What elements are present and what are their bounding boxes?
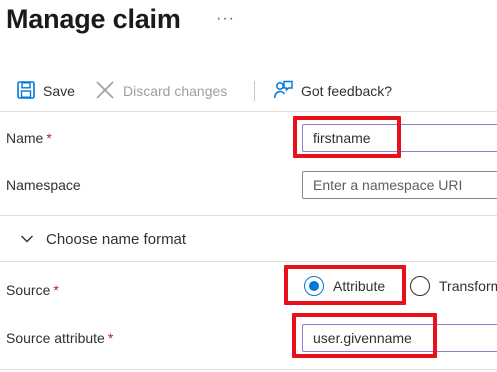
toolbar-divider [254, 81, 255, 101]
required-marker: * [107, 330, 114, 346]
discard-changes-button[interactable]: Discard changes [94, 76, 227, 106]
source-label: Source * [6, 282, 59, 298]
save-button[interactable]: Save [16, 76, 75, 106]
source-option-transform-label: Transform [439, 278, 497, 294]
source-attribute-label-text: Source attribute [6, 330, 105, 346]
namespace-label: Namespace [6, 177, 81, 193]
section-divider-bottom [0, 261, 497, 262]
more-options-button[interactable]: ··· [216, 10, 235, 28]
required-marker: * [46, 130, 52, 146]
close-icon [94, 79, 116, 104]
required-marker: * [53, 282, 59, 298]
choose-name-format-toggle[interactable]: Choose name format [20, 228, 186, 250]
discard-label: Discard changes [123, 83, 228, 99]
source-radio-transform[interactable]: Transform [410, 276, 497, 296]
command-bar: Save Discard changes Got feedback? [0, 76, 497, 106]
source-label-text: Source [6, 282, 51, 298]
toolbar-separator [0, 111, 497, 112]
feedback-icon [272, 79, 294, 104]
manage-claim-page: Manage claim ··· Save Discard changes Go… [0, 0, 497, 372]
namespace-field[interactable]: Enter a namespace URI [302, 171, 497, 199]
save-icon [16, 80, 36, 103]
choose-name-format-label: Choose name format [46, 230, 187, 248]
feedback-label: Got feedback? [301, 83, 393, 99]
page-title: Manage claim [6, 4, 181, 34]
chevron-down-icon [20, 231, 34, 248]
source-attribute-field[interactable]: user.givenname [302, 324, 497, 352]
source-attribute-label: Source attribute * [6, 330, 113, 346]
name-label-text: Name [6, 130, 44, 146]
namespace-placeholder: Enter a namespace URI [313, 177, 463, 193]
section-divider-top [0, 215, 497, 216]
feedback-button[interactable]: Got feedback? [272, 76, 392, 106]
radio-circle [410, 276, 430, 296]
radio-dot [309, 281, 319, 291]
source-option-attribute-label: Attribute [333, 278, 386, 294]
name-label: Name * [6, 130, 52, 146]
source-radio-attribute[interactable]: Attribute [304, 276, 385, 296]
radio-circle-selected [304, 276, 324, 296]
name-field[interactable]: firstname [302, 124, 497, 152]
save-label: Save [43, 83, 75, 99]
form-bottom-divider [0, 369, 497, 370]
